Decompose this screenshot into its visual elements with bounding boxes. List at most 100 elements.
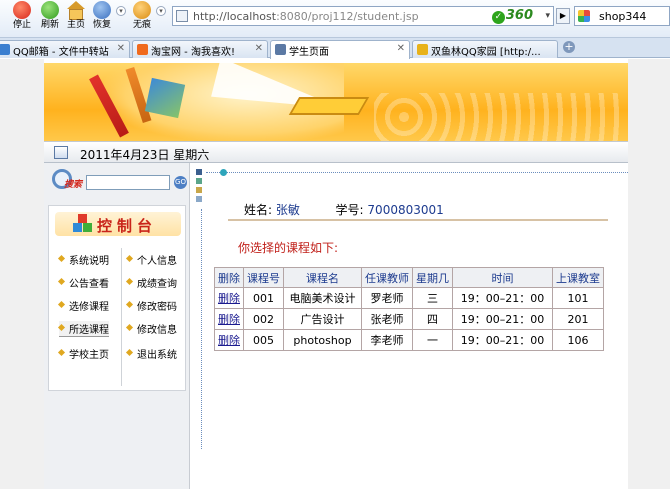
undo-icon — [93, 1, 111, 19]
stop-button[interactable]: 停止 — [8, 1, 36, 31]
browser-toolbar: 停止 刷新 主页 恢复 ▾ 无痕 ▾ http://localhost:8080… — [0, 0, 670, 38]
time: 19：00–21：00 — [452, 287, 553, 309]
cloud-pattern — [374, 93, 624, 141]
check-icon: ✓ — [491, 11, 505, 24]
search-go-button[interactable]: GO — [174, 176, 187, 189]
menu-elective-courses[interactable]: 选修课程 — [59, 298, 109, 313]
time: 19：00–21：00 — [452, 308, 553, 330]
course-no: 005 — [243, 329, 284, 351]
classroom: 201 — [552, 308, 604, 330]
tab-qq-home[interactable]: 双鱼林QQ家园 [http:/... — [412, 40, 558, 58]
divider — [228, 219, 608, 221]
menu-edit-info[interactable]: 修改信息 — [127, 321, 177, 336]
close-icon[interactable]: ✕ — [397, 43, 405, 54]
page-gutter-right — [628, 59, 670, 489]
teacher: 李老师 — [361, 329, 413, 351]
paw-icon — [133, 1, 151, 19]
control-panel-header: 控制台 — [55, 212, 181, 236]
search-engine-icon[interactable] — [578, 10, 590, 22]
delete-link[interactable]: 删除 — [218, 292, 240, 305]
student-name-label: 姓名: — [244, 203, 273, 217]
restore-label: 恢复 — [92, 20, 111, 30]
menu-logout[interactable]: 退出系统 — [127, 346, 177, 361]
header-classroom: 上课教室 — [552, 267, 604, 288]
page-gutter-left — [0, 59, 44, 489]
tab-qq-mail[interactable]: QQ邮箱 - 文件中转站 ✕ — [0, 40, 130, 58]
menu-notice-view[interactable]: 公告查看 — [59, 275, 109, 290]
browser-search-value: shop344 — [599, 10, 647, 23]
tab-taobao[interactable]: 淘宝网 - 淘我喜欢! ✕ — [132, 40, 268, 58]
table-row: 删除 001 电脑美术设计 罗老师 三 19：00–21：00 101 — [214, 287, 604, 309]
stop-label: 停止 — [12, 20, 31, 30]
sidebar: 搜索 GO 控制台 系统说明 公告查看 选修课程 所选课程 学校主页 个人信息 … — [44, 163, 190, 489]
menu-personal-info[interactable]: 个人信息 — [127, 252, 177, 267]
stop-icon — [13, 1, 31, 19]
close-icon[interactable]: ✕ — [117, 43, 125, 54]
header-time: 时间 — [452, 267, 553, 288]
delete-link[interactable]: 删除 — [218, 313, 240, 326]
go-arrow-icon[interactable]: ▶ — [556, 8, 570, 24]
date-bar: 2011年4月23日 星期六 — [44, 141, 628, 163]
address-url: http://localhost:8080/proj112/student.js… — [193, 10, 419, 23]
restore-dropdown-icon[interactable]: ▾ — [116, 6, 126, 16]
main-content: 姓名: 张敏 学号: 7000803001 你选择的课程如下: 删除 课程号 课… — [196, 169, 628, 489]
menu-selected-courses[interactable]: 所选课程 — [59, 321, 109, 337]
page-icon — [176, 10, 188, 22]
calendar-icon — [54, 146, 68, 159]
address-bar[interactable]: http://localhost:8080/proj112/student.js… — [172, 6, 554, 26]
page-icon — [275, 44, 286, 55]
menu-system-intro[interactable]: 系统说明 — [59, 252, 109, 267]
course-name: 电脑美术设计 — [283, 287, 362, 309]
header-delete: 删除 — [214, 267, 244, 288]
trace-label: 无痕 — [132, 20, 151, 30]
menu-school-home[interactable]: 学校主页 — [59, 346, 109, 361]
home-label: 主页 — [66, 20, 85, 30]
graduation-cap-icon — [288, 97, 370, 115]
menu-change-password[interactable]: 修改密码 — [127, 298, 177, 313]
course-table: 删除 课程号 课程名 任课教师 星期几 时间 上课教室 删除 001 电脑美术设… — [214, 267, 604, 351]
student-name: 张敏 — [275, 203, 300, 217]
delete-link[interactable]: 删除 — [218, 334, 240, 347]
trace-dropdown-icon[interactable]: ▾ — [156, 6, 166, 16]
header-course-no: 课程号 — [243, 267, 284, 288]
refresh-label: 刷新 — [40, 20, 59, 30]
address-dropdown-icon[interactable]: ▾ — [545, 11, 550, 21]
teacher: 罗老师 — [361, 287, 413, 309]
new-tab-button[interactable]: + — [563, 41, 575, 53]
close-icon[interactable]: ✕ — [255, 43, 263, 54]
tab-student-page[interactable]: 学生页面 ✕ — [270, 40, 410, 59]
weekday: 四 — [412, 308, 453, 330]
student-id-label: 学号: — [335, 203, 364, 217]
section-marker — [196, 169, 202, 205]
header-course-name: 课程名 — [283, 267, 362, 288]
tab-label: QQ邮箱 - 文件中转站 — [13, 47, 109, 58]
qq-mail-icon — [0, 44, 10, 55]
tab-label: 淘宝网 - 淘我喜欢! — [151, 47, 235, 58]
search-input[interactable] — [86, 175, 170, 190]
weekday: 三 — [412, 287, 453, 309]
dotted-rule — [206, 172, 628, 173]
teacher: 张老师 — [361, 308, 413, 330]
table-row: 删除 002 广告设计 张老师 四 19：00–21：00 201 — [214, 308, 604, 330]
table-header-row: 删除 课程号 课程名 任课教师 星期几 时间 上课教室 — [214, 267, 604, 288]
dot-icon — [220, 169, 227, 176]
browser-search-box[interactable]: shop344 — [574, 6, 670, 26]
student-id: 7000803001 — [367, 203, 444, 217]
360-badge[interactable]: ✓ 360 — [491, 8, 533, 24]
trace-button[interactable]: 无痕 — [128, 1, 156, 31]
header-banner — [44, 63, 628, 141]
refresh-button[interactable]: 刷新 — [36, 1, 64, 31]
cubes-icon — [73, 214, 93, 234]
control-panel: 控制台 系统说明 公告查看 选修课程 所选课程 学校主页 个人信息 成绩查询 修… — [48, 205, 186, 391]
course-name: 广告设计 — [283, 308, 362, 330]
menu-grade-query[interactable]: 成绩查询 — [127, 275, 177, 290]
student-info: 姓名: 张敏 学号: 7000803001 — [244, 201, 444, 218]
header-teacher: 任课教师 — [361, 267, 413, 288]
taobao-icon — [137, 44, 148, 55]
star-icon — [417, 44, 428, 55]
time: 19：00–21：00 — [452, 329, 553, 351]
home-button[interactable]: 主页 — [62, 1, 90, 31]
page-viewport: 2011年4月23日 星期六 搜索 GO 控制台 系统说明 公告查看 选修课程 … — [0, 59, 670, 489]
weekday: 一 — [412, 329, 453, 351]
restore-button[interactable]: 恢复 — [88, 1, 116, 31]
